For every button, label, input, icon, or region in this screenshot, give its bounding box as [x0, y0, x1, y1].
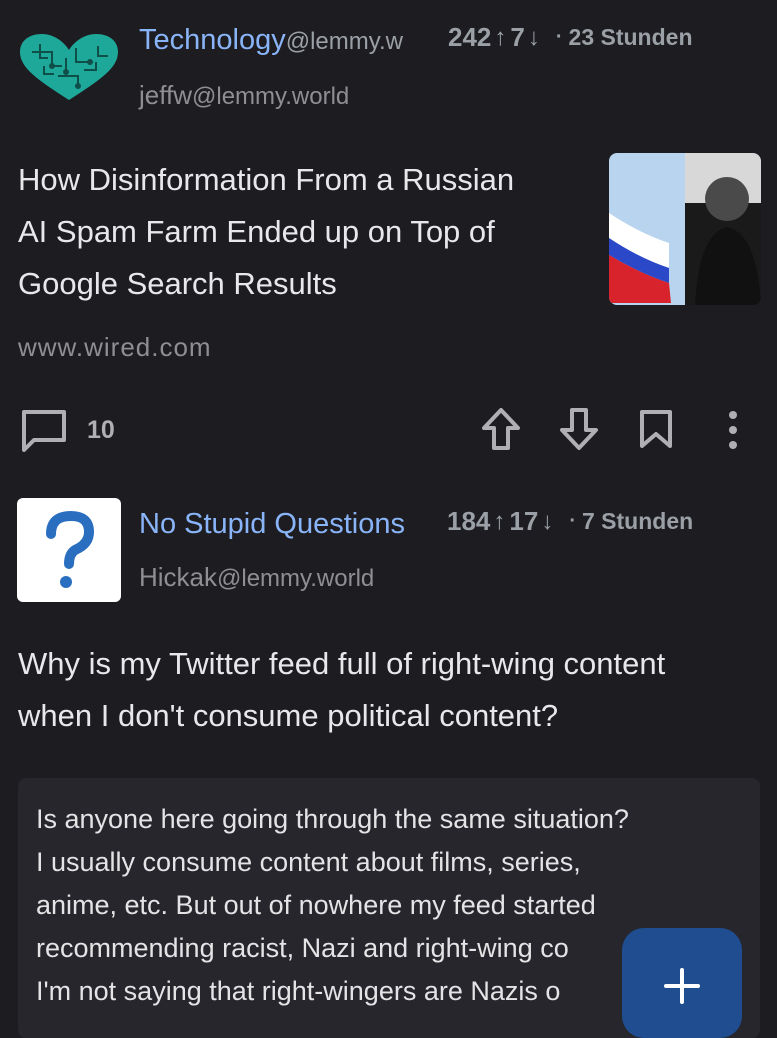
- separator-dot: ·: [569, 510, 576, 532]
- more-options-icon[interactable]: [726, 410, 740, 455]
- author-name[interactable]: Hickak: [139, 562, 217, 592]
- author-link[interactable]: Hickak@lemmy.world: [139, 562, 374, 593]
- community-instance: @lemmy.w: [285, 28, 403, 55]
- create-post-button[interactable]: [622, 928, 742, 1038]
- separator-dot: ·: [555, 26, 563, 48]
- author-name[interactable]: jeffw: [139, 80, 192, 110]
- up-arrow-icon: ↑: [493, 507, 506, 535]
- title-line: Why is my Twitter feed full of right-win…: [18, 646, 666, 681]
- body-line: I'm not saying that right-wingers are Na…: [36, 976, 561, 1006]
- post-domain-link[interactable]: www.wired.com: [18, 332, 212, 363]
- down-arrow-icon: ↓: [541, 507, 554, 535]
- comment-count[interactable]: 10: [87, 416, 115, 445]
- post-time: 7 Stunden: [581, 508, 694, 534]
- body-line: I usually consume content about films, s…: [36, 847, 581, 877]
- body-line: Is anyone here going through the same si…: [36, 804, 629, 834]
- title-line: Google Search Results: [18, 266, 337, 301]
- community-link[interactable]: Technology@lemmy.w: [139, 24, 403, 57]
- body-line: recommending racist, Nazi and right-wing…: [36, 933, 569, 963]
- author-instance: @lemmy.world: [217, 565, 375, 592]
- down-arrow-icon: ↓: [527, 23, 540, 51]
- downvote-count: 7: [510, 22, 525, 52]
- community-name[interactable]: No Stupid Questions: [139, 508, 405, 540]
- post-thumbnail[interactable]: [609, 153, 761, 305]
- upvote-icon[interactable]: [480, 406, 522, 457]
- post-time: 23 Stunden: [568, 24, 693, 50]
- post-body-text: Is anyone here going through the same si…: [36, 798, 629, 1013]
- upvote-count: 242: [448, 22, 492, 52]
- title-line: How Disinformation From a Russian: [18, 162, 515, 197]
- author-instance: @lemmy.world: [192, 83, 350, 110]
- plus-icon: [662, 966, 702, 1011]
- post-title[interactable]: How Disinformation From a Russian AI Spa…: [18, 154, 514, 310]
- circuit-heart-icon[interactable]: [18, 32, 120, 107]
- bookmark-icon[interactable]: [638, 408, 674, 455]
- question-mark-icon[interactable]: [17, 498, 121, 607]
- vote-summary: 242 ↑ 7 ↓ · 23 Stunden: [448, 22, 693, 53]
- community-link[interactable]: No Stupid Questions: [139, 508, 405, 541]
- post-title[interactable]: Why is my Twitter feed full of right-win…: [18, 638, 665, 742]
- upvote-count: 184: [447, 506, 491, 536]
- title-line: AI Spam Farm Ended up on Top of: [18, 214, 495, 249]
- vote-summary: 184 ↑ 17 ↓ · 7 Stunden: [447, 506, 693, 537]
- comment-icon[interactable]: [20, 408, 68, 457]
- downvote-count: 17: [509, 506, 539, 536]
- author-link[interactable]: jeffw@lemmy.world: [139, 80, 349, 111]
- downvote-icon[interactable]: [558, 406, 600, 457]
- up-arrow-icon: ↑: [494, 23, 507, 51]
- post-card[interactable]: Technology@lemmy.w jeffw@lemmy.world 242…: [0, 0, 777, 480]
- title-line: when I don't consume political content?: [18, 698, 559, 733]
- community-name[interactable]: Technology: [139, 24, 286, 56]
- body-line: anime, etc. But out of nowhere my feed s…: [36, 890, 596, 920]
